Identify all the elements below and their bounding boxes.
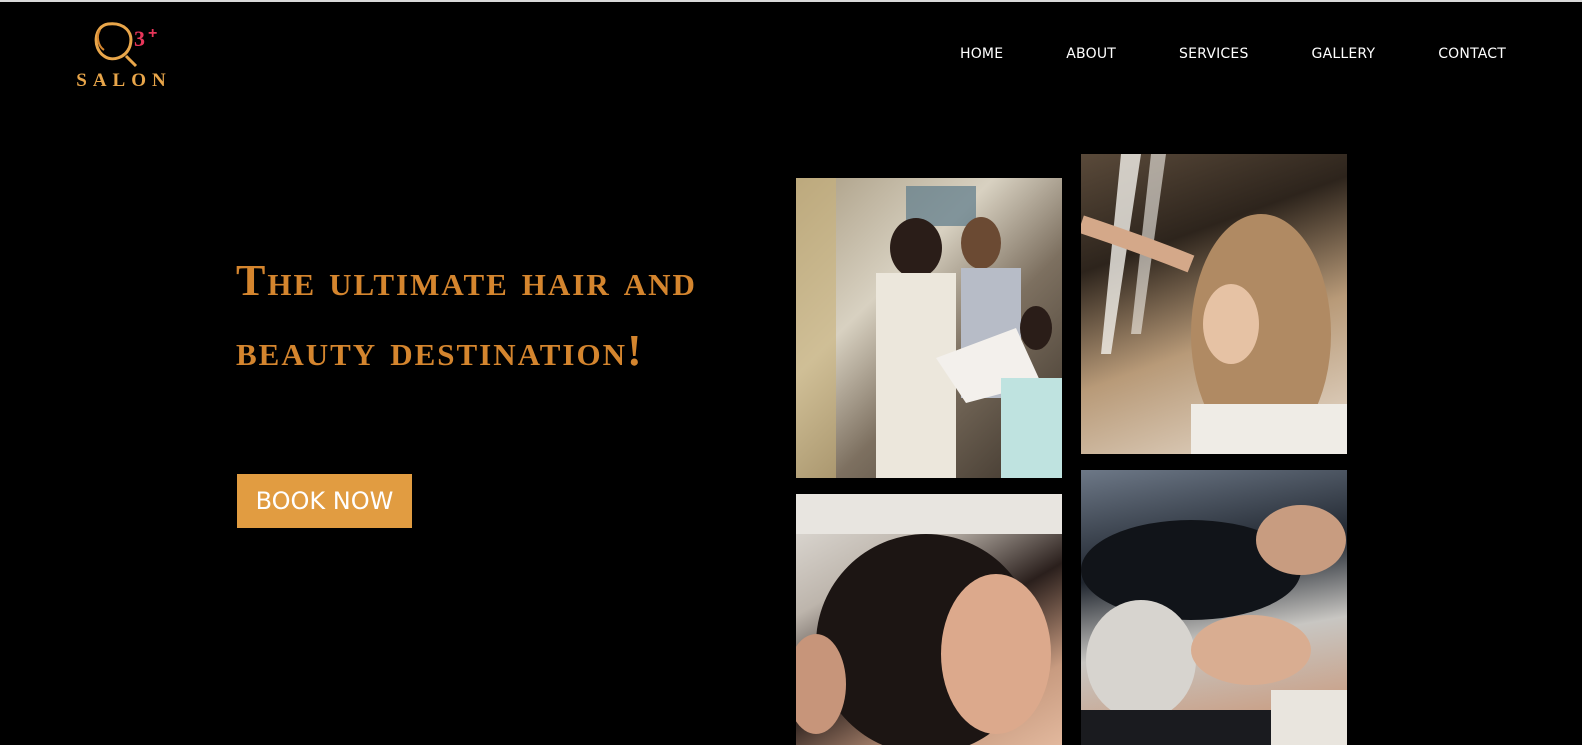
gallery-photo-wash-basins xyxy=(1081,470,1347,745)
logo-mark-icon: 3 + xyxy=(94,22,157,68)
hero-title: The ultimate hair and beauty destination… xyxy=(236,256,697,375)
logo[interactable]: 3 + SALON xyxy=(72,18,176,94)
gallery-photo-stylists xyxy=(796,178,1062,478)
nav-gallery[interactable]: GALLERY xyxy=(1312,46,1376,62)
nav-services[interactable]: SERVICES xyxy=(1179,46,1249,62)
gallery-photo-hair-wash xyxy=(796,494,1062,745)
nav-contact[interactable]: CONTACT xyxy=(1438,46,1506,62)
main-nav: HOME ABOUT SERVICES GALLERY CONTACT xyxy=(897,46,1506,62)
svg-text:3: 3 xyxy=(134,26,145,51)
top-border xyxy=(0,0,1582,2)
nav-home[interactable]: HOME xyxy=(960,46,1003,62)
gallery-photo-styling xyxy=(1081,154,1347,454)
nav-about[interactable]: ABOUT xyxy=(1066,46,1116,62)
logo-text: SALON xyxy=(76,70,172,91)
svg-text:+: + xyxy=(148,25,157,42)
book-now-button[interactable]: BOOK NOW xyxy=(237,474,412,528)
